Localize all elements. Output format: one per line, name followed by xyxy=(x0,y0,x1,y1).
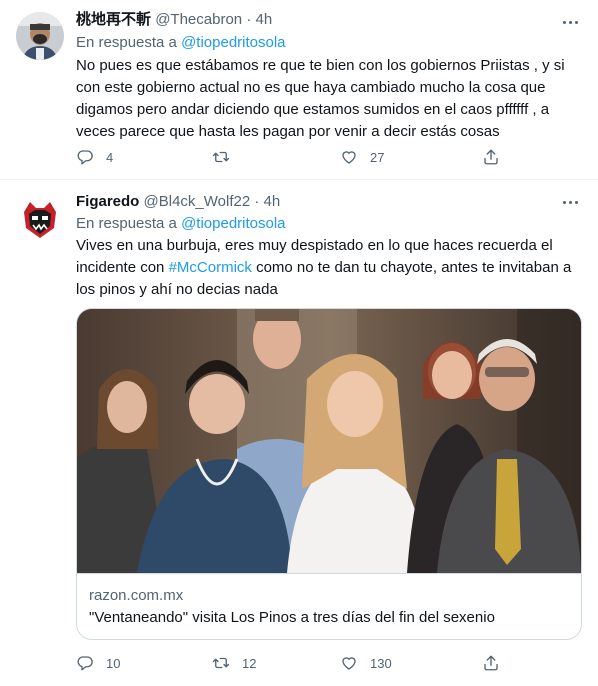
reply-button[interactable]: 4 xyxy=(76,146,113,168)
timestamp[interactable]: 4h xyxy=(255,11,272,28)
reply-count: 10 xyxy=(106,655,121,671)
share-icon xyxy=(484,149,498,165)
retweet-button[interactable] xyxy=(212,146,242,168)
like-count: 27 xyxy=(370,149,385,165)
link-card[interactable]: razon.com.mx "Ventaneando" visita Los Pi… xyxy=(76,308,582,640)
reply-icon xyxy=(77,656,93,671)
like-icon xyxy=(342,151,356,164)
like-button[interactable]: 27 xyxy=(340,146,384,168)
tweet-actions: 10 12 130 xyxy=(76,652,516,674)
reply-count: 4 xyxy=(106,149,114,165)
display-name[interactable]: Figaredo xyxy=(76,193,139,210)
tweet-header: 桃地再不斬 @Thecabron · 4h xyxy=(76,10,272,30)
retweet-icon xyxy=(212,657,230,669)
card-image xyxy=(77,309,581,573)
retweet-icon xyxy=(212,151,230,163)
like-icon xyxy=(342,657,356,670)
handle[interactable]: @Bl4ck_Wolf22 xyxy=(144,193,251,210)
like-count: 130 xyxy=(370,655,392,671)
retweet-count: 12 xyxy=(242,655,257,671)
card-domain: razon.com.mx xyxy=(89,587,184,604)
reply-context: En respuesta a @tiopedritosola xyxy=(76,214,286,234)
reply-prefix: En respuesta a xyxy=(76,34,177,51)
tweet[interactable]: 桃地再不斬 @Thecabron · 4h En respuesta a @ti… xyxy=(0,0,598,180)
hashtag-link[interactable]: #McCormick xyxy=(169,259,252,276)
reply-to-link[interactable]: @tiopedritosola xyxy=(181,34,285,51)
tweet[interactable]: Figaredo @Bl4ck_Wolf22 · 4h En respuesta… xyxy=(0,180,598,686)
avatar[interactable] xyxy=(16,194,64,242)
card-title: "Ventaneando" visita Los Pinos a tres dí… xyxy=(89,609,495,626)
tweet-actions: 4 27 xyxy=(76,146,516,168)
avatar[interactable] xyxy=(16,12,64,60)
like-button[interactable]: 130 xyxy=(340,652,392,674)
separator: · xyxy=(246,11,252,28)
reply-button[interactable]: 10 xyxy=(76,652,120,674)
tweet-text: Vives en una burbuja, eres muy despistad… xyxy=(76,235,581,301)
card-footer: razon.com.mx "Ventaneando" visita Los Pi… xyxy=(77,573,581,639)
share-button[interactable] xyxy=(482,652,500,674)
reply-prefix: En respuesta a xyxy=(76,215,177,232)
share-icon xyxy=(484,655,498,671)
reply-context: En respuesta a @tiopedritosola xyxy=(76,33,286,53)
reply-to-link[interactable]: @tiopedritosola xyxy=(181,215,285,232)
more-icon[interactable] xyxy=(558,12,582,32)
tweet-text: No pues es que estábamos re que te bien … xyxy=(76,57,565,140)
separator: · xyxy=(254,193,260,210)
more-icon[interactable] xyxy=(558,192,582,212)
timestamp[interactable]: 4h xyxy=(264,193,281,210)
tweet-header: Figaredo @Bl4ck_Wolf22 · 4h xyxy=(76,192,280,212)
display-name[interactable]: 桃地再不斬 xyxy=(76,11,151,28)
reply-icon xyxy=(77,150,93,165)
handle[interactable]: @Thecabron xyxy=(155,11,242,28)
share-button[interactable] xyxy=(482,146,500,168)
retweet-button[interactable]: 12 xyxy=(212,652,256,674)
